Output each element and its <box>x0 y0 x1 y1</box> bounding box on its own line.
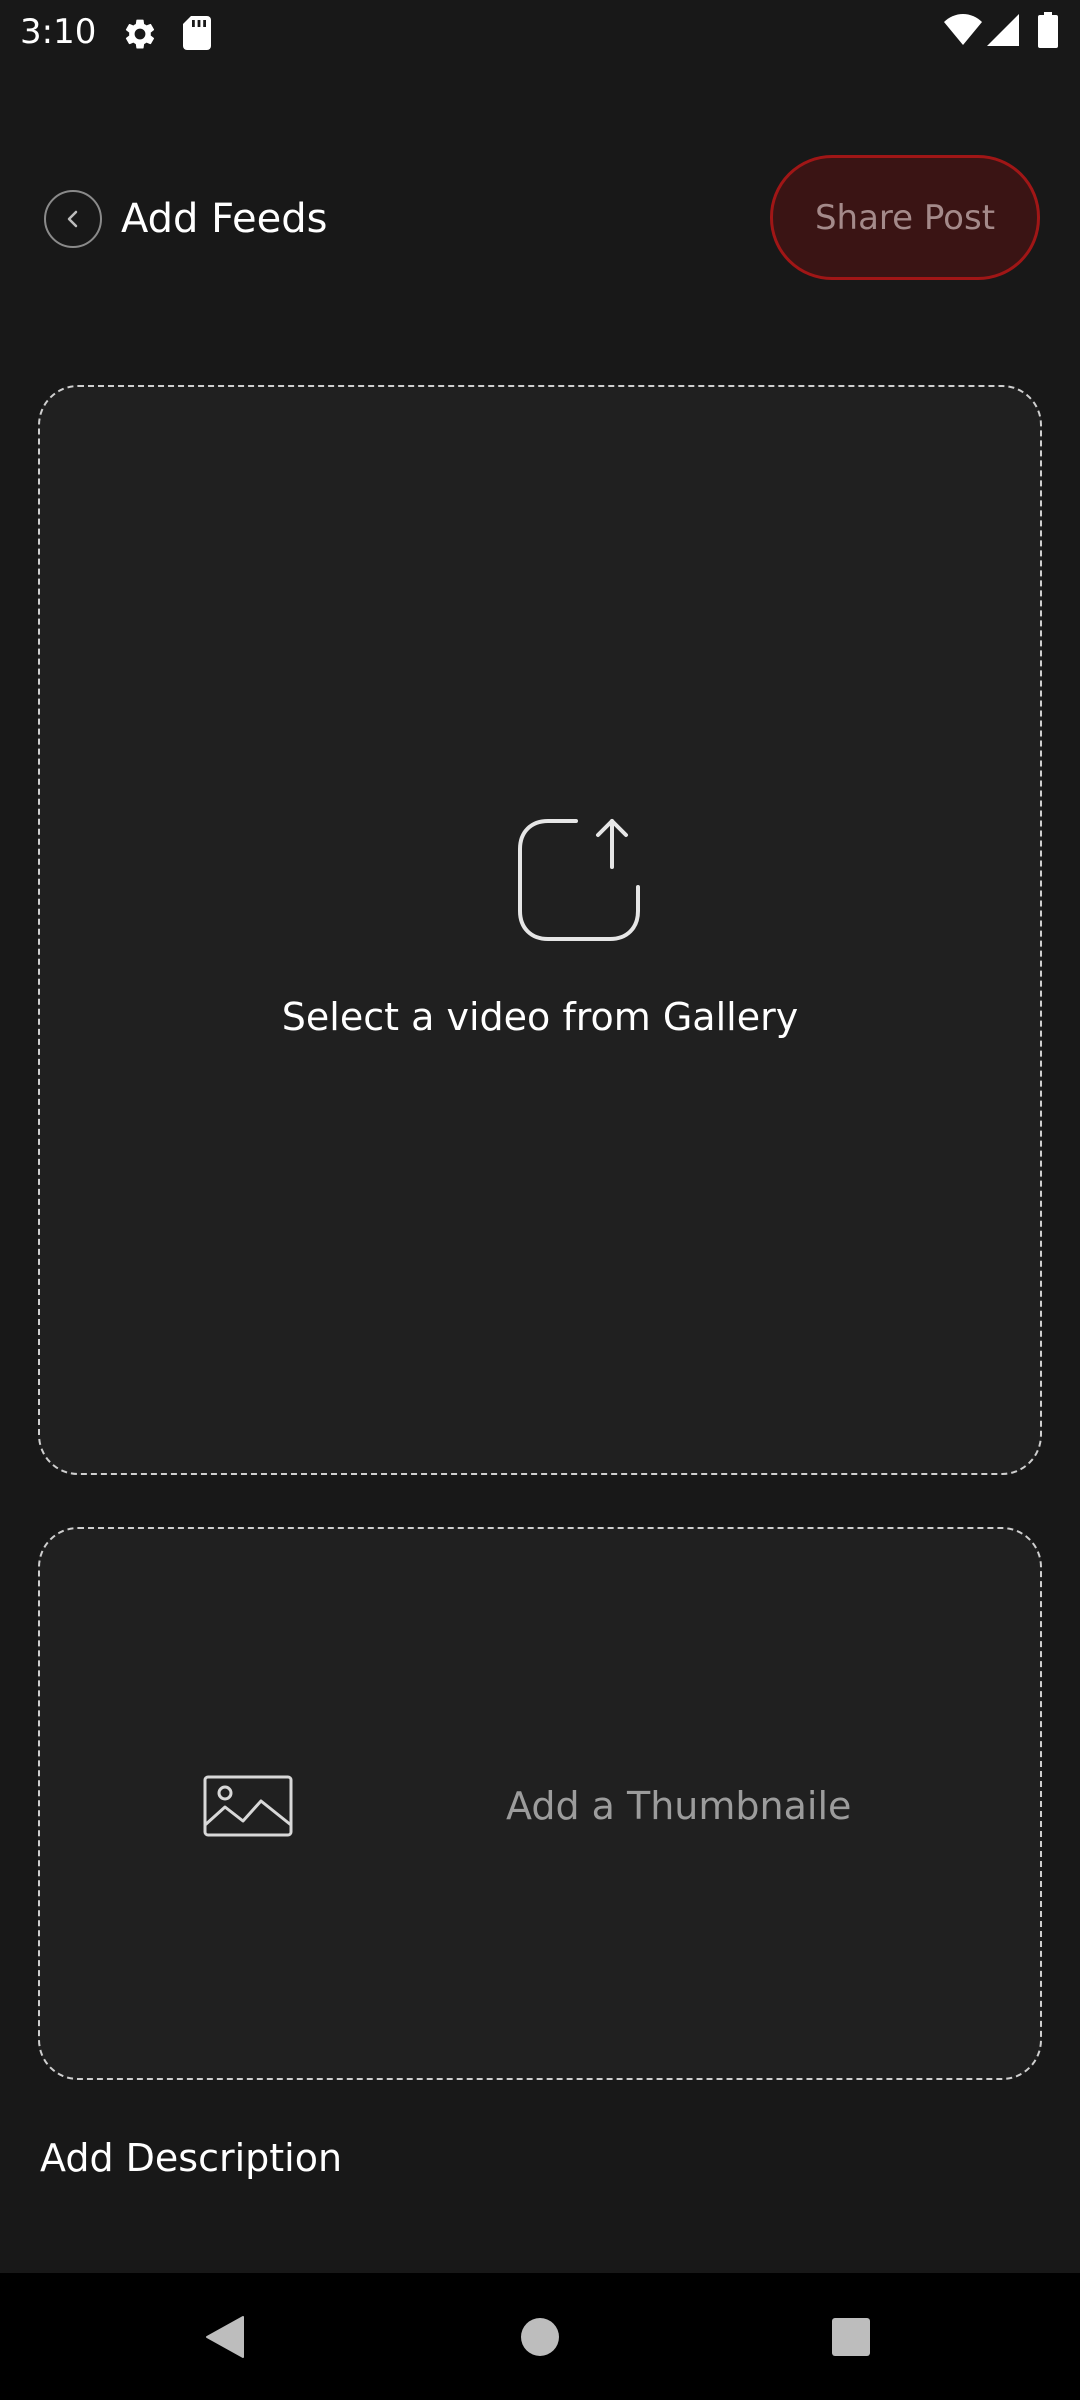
gear-icon <box>125 19 155 49</box>
video-dropzone[interactable]: Select a video from Gallery <box>38 385 1042 1475</box>
chevron-left-icon <box>67 210 78 228</box>
thumbnail-dropzone[interactable]: Add a Thumbnaile <box>38 1527 1042 2080</box>
status-bar: 3:10 <box>0 0 1080 64</box>
cell-signal-icon <box>987 14 1019 46</box>
add-description-label[interactable]: Add Description <box>40 2133 342 2183</box>
battery-icon <box>1038 12 1058 48</box>
status-time: 3:10 <box>20 12 97 52</box>
wifi-icon <box>944 14 982 45</box>
image-icon <box>203 1775 293 1837</box>
nav-home-button[interactable] <box>480 2273 600 2400</box>
sd-card-icon <box>183 16 211 50</box>
nav-back-button[interactable] <box>165 2273 285 2400</box>
nav-recents-button[interactable] <box>791 2273 911 2400</box>
upload-icon <box>518 819 640 941</box>
recents-square-icon <box>832 2317 870 2356</box>
system-nav-bar <box>0 2273 1080 2400</box>
page-title: Add Feeds <box>121 196 328 242</box>
thumbnail-dropzone-label: Add a Thumbnaile <box>506 1784 852 1828</box>
back-button[interactable] <box>44 190 102 248</box>
back-triangle-icon <box>206 2315 244 2358</box>
video-dropzone-label: Select a video from Gallery <box>281 995 799 1039</box>
home-circle-icon <box>521 2317 559 2356</box>
share-post-button[interactable]: Share Post <box>770 155 1040 280</box>
